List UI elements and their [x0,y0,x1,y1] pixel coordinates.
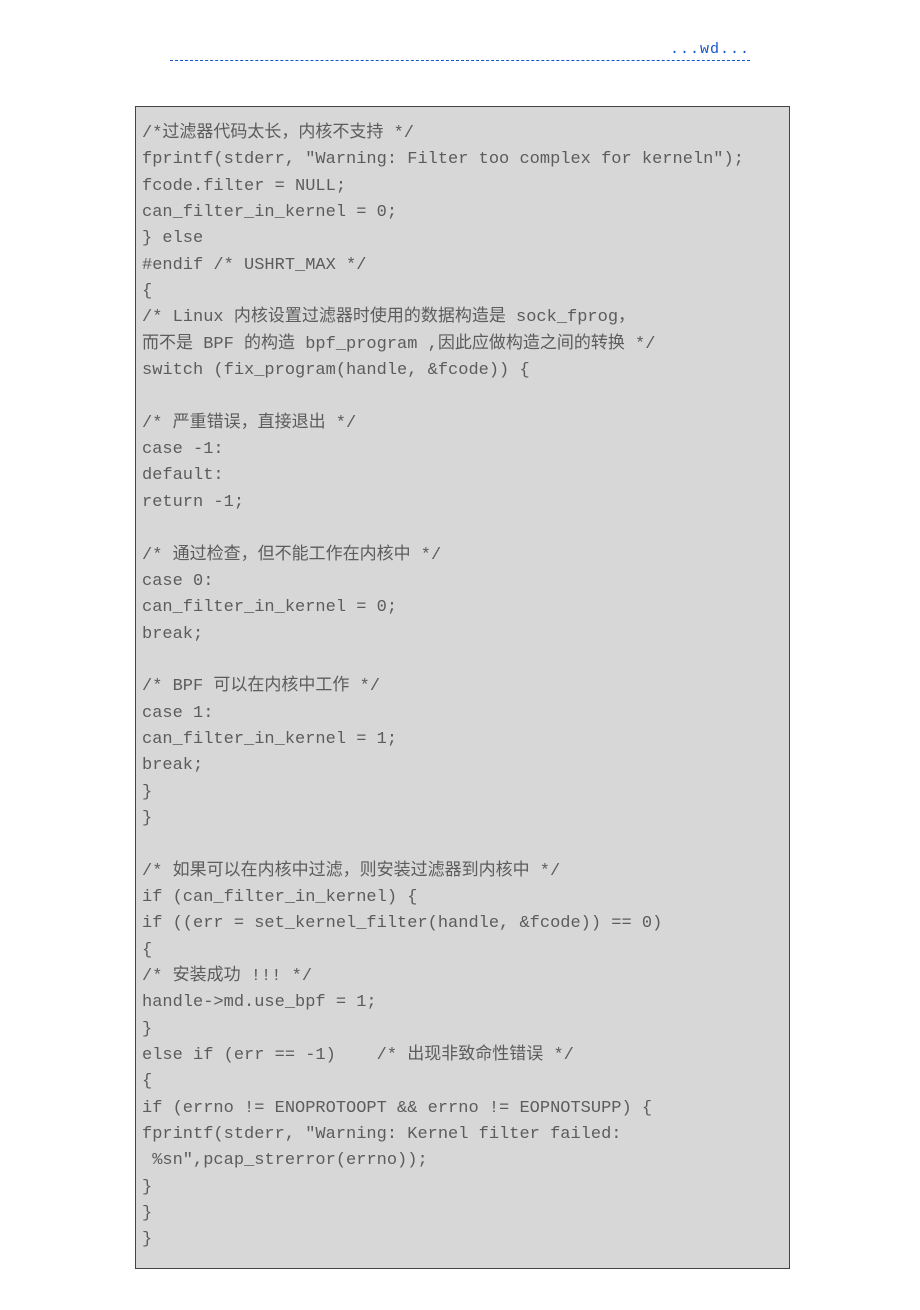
code-line: } [142,1227,783,1253]
code-line [142,384,783,410]
code-line: #endif /* USHRT_MAX */ [142,253,783,279]
code-line: } [142,806,783,832]
code-line: can_filter_in_kernel = 0; [142,200,783,226]
code-line: /* 如果可以在内核中过滤，则安装过滤器到内核中 */ [142,859,783,885]
code-line: break; [142,622,783,648]
code-line: default: [142,463,783,489]
code-line: /* 严重错误，直接退出 */ [142,411,783,437]
code-line: can_filter_in_kernel = 0; [142,595,783,621]
code-line: else if (err == -1) /* 出现非致命性错误 */ [142,1043,783,1069]
code-line: case -1: [142,437,783,463]
code-line: } [142,1175,783,1201]
code-line: return -1; [142,490,783,516]
code-line: /*过滤器代码太长，内核不支持 */ [142,121,783,147]
code-line: } else [142,226,783,252]
code-line: } [142,1201,783,1227]
code-line: /* 安装成功 !!! */ [142,964,783,990]
code-line: fprintf(stderr, "Warning: Kernel filter … [142,1122,783,1148]
code-block: /*过滤器代码太长，内核不支持 */fprintf(stderr, "Warni… [135,106,790,1269]
code-line [142,648,783,674]
code-line: if (errno != ENOPROTOOPT && errno != EOP… [142,1096,783,1122]
code-line: fprintf(stderr, "Warning: Filter too com… [142,147,783,173]
code-line: case 1: [142,701,783,727]
code-content: /*过滤器代码太长，内核不支持 */fprintf(stderr, "Warni… [142,121,783,1254]
header-link-text: ...wd... [670,41,750,58]
page-header: ...wd... [0,0,920,71]
code-line: handle->md.use_bpf = 1; [142,990,783,1016]
code-line: /* Linux 内核设置过滤器时使用的数据构造是 sock_fprog， [142,305,783,331]
code-line [142,832,783,858]
code-line: } [142,780,783,806]
code-line: /* BPF 可以在内核中工作 */ [142,674,783,700]
code-line [142,516,783,542]
code-line: if ((err = set_kernel_filter(handle, &fc… [142,911,783,937]
code-line: if (can_filter_in_kernel) { [142,885,783,911]
code-line: { [142,938,783,964]
code-line: /* 通过检查，但不能工作在内核中 */ [142,543,783,569]
header-divider [170,60,750,61]
code-line: } [142,1017,783,1043]
code-line: fcode.filter = NULL; [142,174,783,200]
code-line: switch (fix_program(handle, &fcode)) { [142,358,783,384]
code-line: can_filter_in_kernel = 1; [142,727,783,753]
code-line: %sn",pcap_strerror(errno)); [142,1148,783,1174]
code-line: case 0: [142,569,783,595]
code-line: break; [142,753,783,779]
code-line: { [142,279,783,305]
code-line: { [142,1069,783,1095]
code-line: 而不是 BPF 的构造 bpf_program ,因此应做构造之间的转换 */ [142,332,783,358]
